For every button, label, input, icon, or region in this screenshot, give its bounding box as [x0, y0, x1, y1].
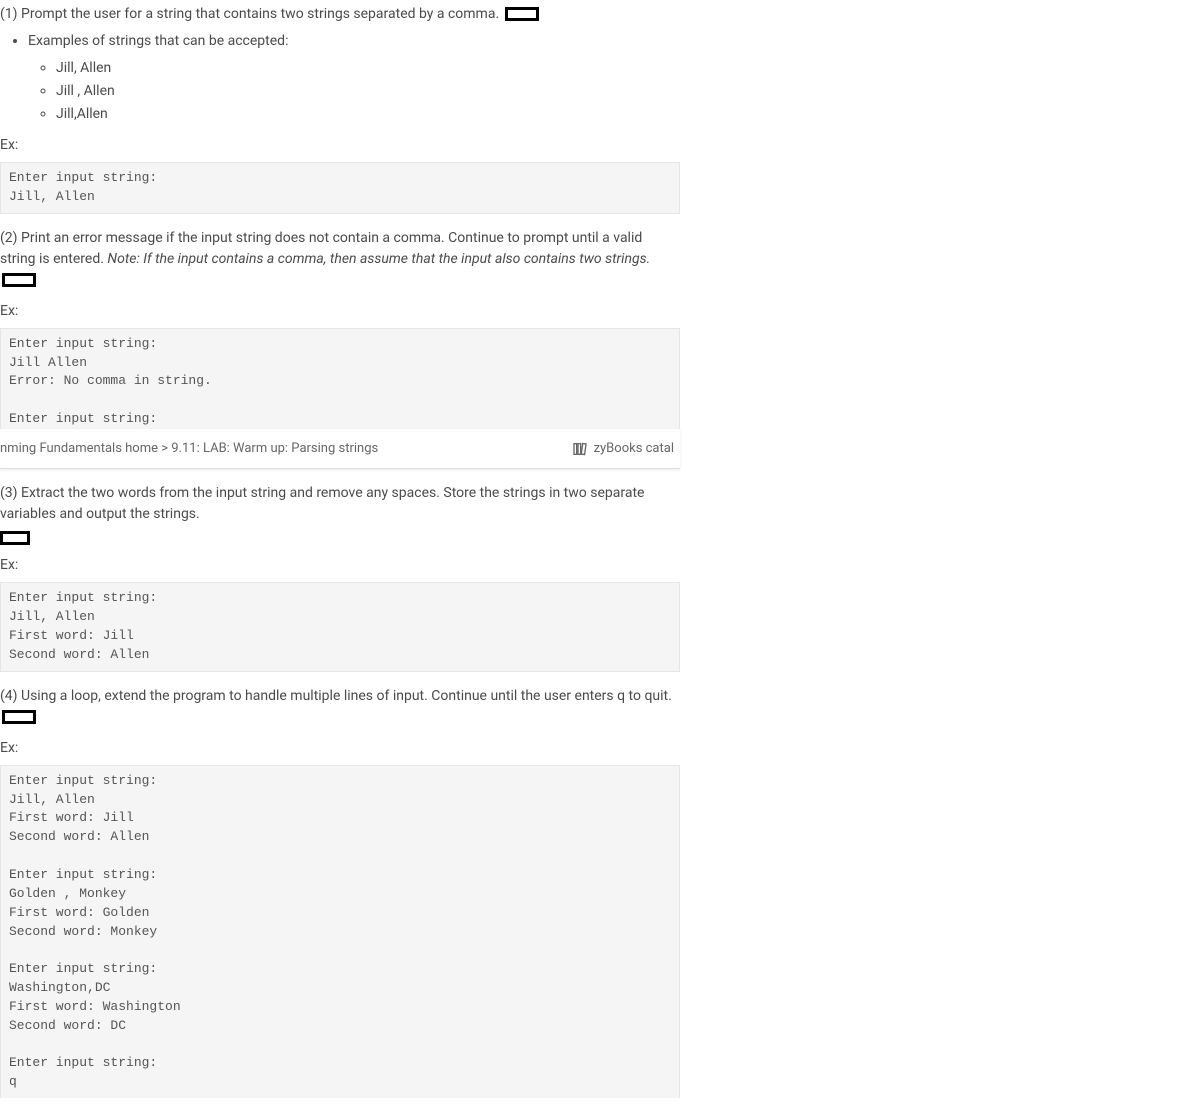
list-item: Jill, Allen [56, 58, 680, 79]
library-icon [572, 441, 588, 457]
examples-intro: Examples of strings that can be accepted… [28, 31, 680, 52]
step4-text: (4) Using a loop, extend the program to … [0, 688, 672, 704]
ex-label: Ex: [0, 301, 680, 322]
list-item: Jill,Allen [56, 104, 680, 125]
ex-label: Ex: [0, 135, 680, 156]
code-sample-4: Enter input string: Jill, Allen First wo… [0, 765, 680, 1098]
code-sample-3: Enter input string: Jill, Allen First wo… [0, 582, 680, 671]
catalog-label: zyBooks catal [594, 439, 674, 459]
examples-list: Jill, Allen Jill , Allen Jill,Allen [0, 58, 680, 125]
ex-label: Ex: [0, 555, 680, 576]
redacted-value [2, 710, 36, 724]
redacted-value [0, 531, 30, 545]
breadcrumb[interactable]: nming Fundamentals home > 9.11: LAB: War… [0, 439, 378, 459]
ex-label: Ex: [0, 738, 680, 759]
step3-prompt: (3) Extract the two words from the input… [0, 483, 680, 525]
list-item: Jill , Allen [56, 81, 680, 102]
lab-instructions: (1) Prompt the user for a string that co… [0, 4, 680, 1118]
code-sample-1: Enter input string: Jill, Allen [0, 162, 680, 214]
step4-prompt: (4) Using a loop, extend the program to … [0, 686, 680, 728]
step1-prompt: (1) Prompt the user for a string that co… [0, 4, 680, 25]
redacted-value [505, 7, 539, 21]
redacted-value [2, 273, 36, 287]
breadcrumb-bar: nming Fundamentals home > 9.11: LAB: War… [0, 429, 680, 470]
step2-note: Note: If the input contains a comma, the… [107, 251, 650, 267]
catalog-link[interactable]: zyBooks catal [572, 439, 674, 459]
step2-prompt: (2) Print an error message if the input … [0, 228, 680, 291]
code-sample-2: Enter input string: Jill Allen Error: No… [0, 328, 680, 429]
step1-text: (1) Prompt the user for a string that co… [0, 6, 499, 22]
